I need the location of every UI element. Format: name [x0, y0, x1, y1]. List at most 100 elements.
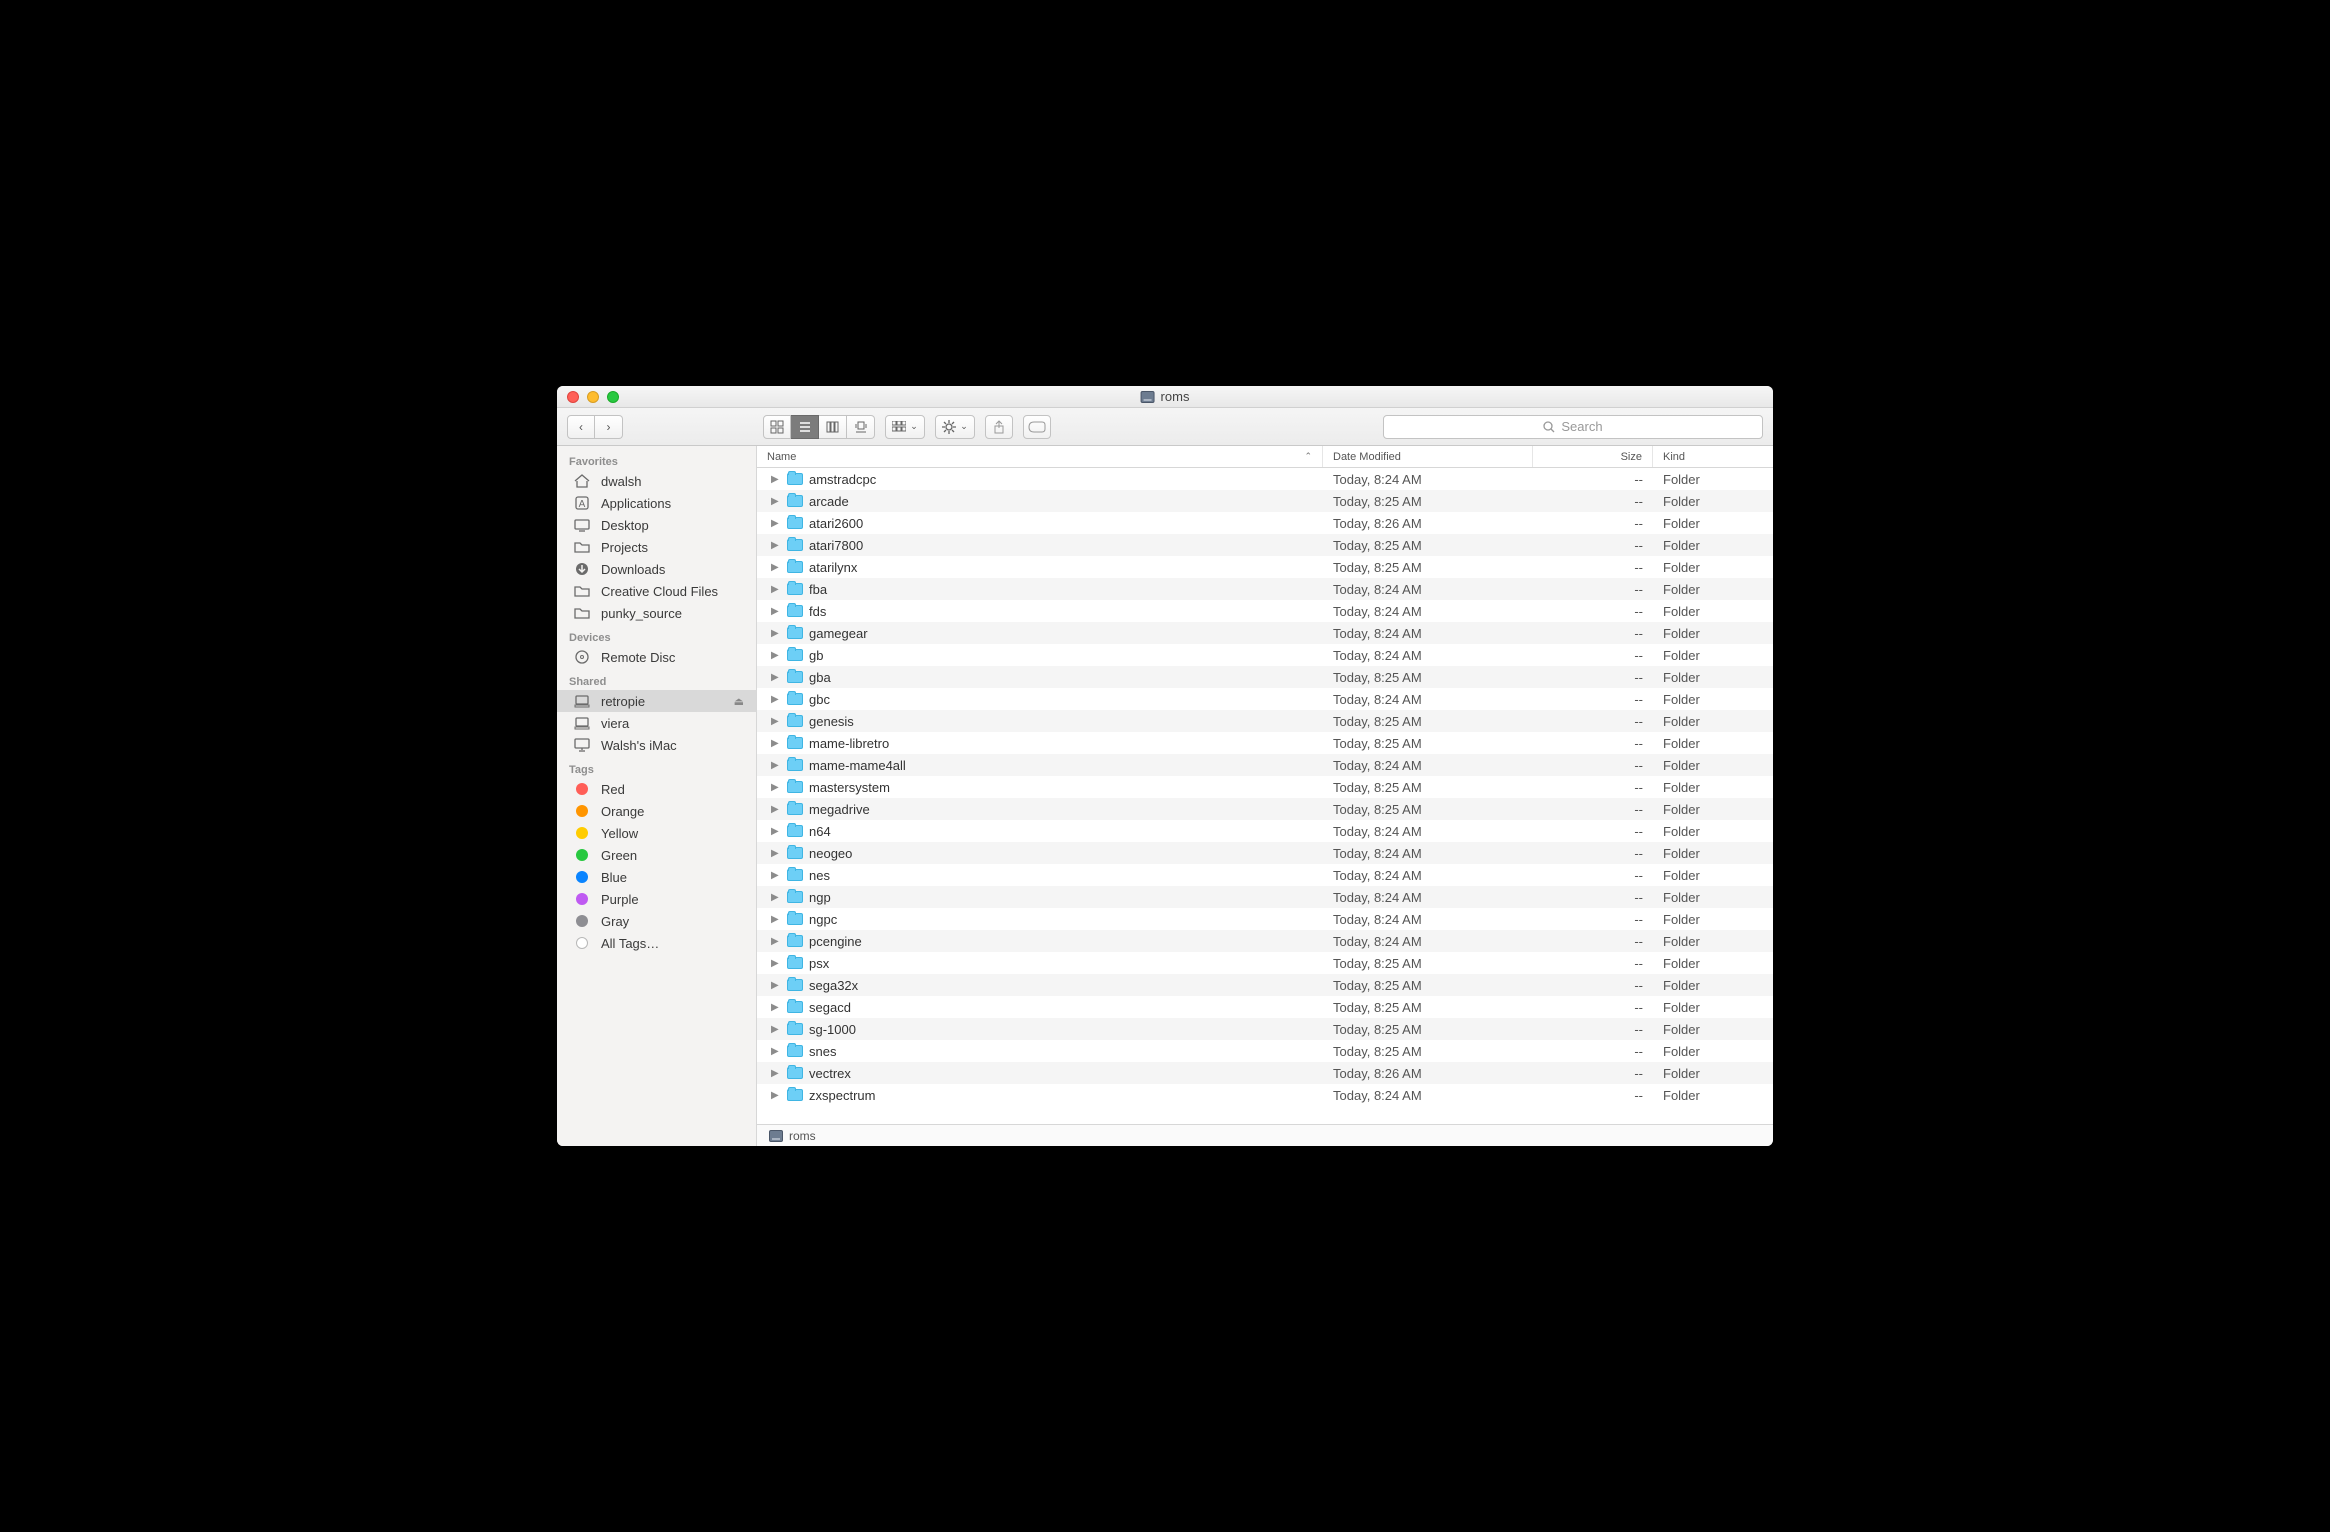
table-row[interactable]: ▶arcadeToday, 8:25 AM--Folder: [757, 490, 1773, 512]
table-row[interactable]: ▶n64Today, 8:24 AM--Folder: [757, 820, 1773, 842]
disclosure-triangle-icon[interactable]: ▶: [771, 606, 781, 617]
table-row[interactable]: ▶snesToday, 8:25 AM--Folder: [757, 1040, 1773, 1062]
list-view-button[interactable]: [791, 415, 819, 439]
sidebar-item-all-tags-[interactable]: All Tags…: [557, 932, 756, 954]
disclosure-triangle-icon[interactable]: ▶: [771, 1046, 781, 1057]
table-row[interactable]: ▶mame-libretroToday, 8:25 AM--Folder: [757, 732, 1773, 754]
sidebar-item-red[interactable]: Red: [557, 778, 756, 800]
sidebar-item-viera[interactable]: viera: [557, 712, 756, 734]
zoom-button[interactable]: [607, 391, 619, 403]
disclosure-triangle-icon[interactable]: ▶: [771, 738, 781, 749]
forward-button[interactable]: ›: [595, 415, 623, 439]
column-date[interactable]: Date Modified: [1323, 446, 1533, 467]
sidebar-item-desktop[interactable]: Desktop: [557, 514, 756, 536]
table-row[interactable]: ▶psxToday, 8:25 AM--Folder: [757, 952, 1773, 974]
disclosure-triangle-icon[interactable]: ▶: [771, 496, 781, 507]
sidebar[interactable]: FavoritesdwalshAApplicationsDesktopProje…: [557, 446, 757, 1146]
table-row[interactable]: ▶pcengineToday, 8:24 AM--Folder: [757, 930, 1773, 952]
arrange-button[interactable]: ⌄: [885, 415, 925, 439]
sidebar-item-green[interactable]: Green: [557, 844, 756, 866]
coverflow-view-button[interactable]: [847, 415, 875, 439]
file-rows[interactable]: ▶amstradcpcToday, 8:24 AM--Folder▶arcade…: [757, 468, 1773, 1124]
sidebar-item-walsh-s-imac[interactable]: Walsh's iMac: [557, 734, 756, 756]
sidebar-item-yellow[interactable]: Yellow: [557, 822, 756, 844]
disclosure-triangle-icon[interactable]: ▶: [771, 1024, 781, 1035]
disclosure-triangle-icon[interactable]: ▶: [771, 914, 781, 925]
table-row[interactable]: ▶gbaToday, 8:25 AM--Folder: [757, 666, 1773, 688]
disclosure-triangle-icon[interactable]: ▶: [771, 694, 781, 705]
sidebar-item-projects[interactable]: Projects: [557, 536, 756, 558]
search-field[interactable]: Search: [1383, 415, 1763, 439]
table-row[interactable]: ▶sega32xToday, 8:25 AM--Folder: [757, 974, 1773, 996]
disclosure-triangle-icon[interactable]: ▶: [771, 848, 781, 859]
table-row[interactable]: ▶mastersystemToday, 8:25 AM--Folder: [757, 776, 1773, 798]
sidebar-item-remote-disc[interactable]: Remote Disc: [557, 646, 756, 668]
disclosure-triangle-icon[interactable]: ▶: [771, 958, 781, 969]
disclosure-triangle-icon[interactable]: ▶: [771, 716, 781, 727]
sidebar-item-punky-source[interactable]: punky_source: [557, 602, 756, 624]
table-row[interactable]: ▶fdsToday, 8:24 AM--Folder: [757, 600, 1773, 622]
column-name[interactable]: Name ⌃: [757, 446, 1323, 467]
disclosure-triangle-icon[interactable]: ▶: [771, 562, 781, 573]
sidebar-item-retropie[interactable]: retropie⏏: [557, 690, 756, 712]
disclosure-triangle-icon[interactable]: ▶: [771, 628, 781, 639]
sidebar-item-purple[interactable]: Purple: [557, 888, 756, 910]
action-button[interactable]: ⌄: [935, 415, 975, 439]
disclosure-triangle-icon[interactable]: ▶: [771, 1002, 781, 1013]
sidebar-item-creative-cloud-files[interactable]: Creative Cloud Files: [557, 580, 756, 602]
minimize-button[interactable]: [587, 391, 599, 403]
table-row[interactable]: ▶amstradcpcToday, 8:24 AM--Folder: [757, 468, 1773, 490]
table-row[interactable]: ▶sg-1000Today, 8:25 AM--Folder: [757, 1018, 1773, 1040]
titlebar[interactable]: roms: [557, 386, 1773, 408]
disclosure-triangle-icon[interactable]: ▶: [771, 980, 781, 991]
sidebar-item-applications[interactable]: AApplications: [557, 492, 756, 514]
sidebar-item-blue[interactable]: Blue: [557, 866, 756, 888]
column-size[interactable]: Size: [1533, 446, 1653, 467]
table-row[interactable]: ▶vectrexToday, 8:26 AM--Folder: [757, 1062, 1773, 1084]
table-row[interactable]: ▶ngpToday, 8:24 AM--Folder: [757, 886, 1773, 908]
disclosure-triangle-icon[interactable]: ▶: [771, 672, 781, 683]
disclosure-triangle-icon[interactable]: ▶: [771, 518, 781, 529]
table-row[interactable]: ▶atarilynxToday, 8:25 AM--Folder: [757, 556, 1773, 578]
icon-view-button[interactable]: [763, 415, 791, 439]
edit-tags-button[interactable]: [1023, 415, 1051, 439]
disclosure-triangle-icon[interactable]: ▶: [771, 782, 781, 793]
disclosure-triangle-icon[interactable]: ▶: [771, 540, 781, 551]
disclosure-triangle-icon[interactable]: ▶: [771, 760, 781, 771]
close-button[interactable]: [567, 391, 579, 403]
table-row[interactable]: ▶segacdToday, 8:25 AM--Folder: [757, 996, 1773, 1018]
table-row[interactable]: ▶fbaToday, 8:24 AM--Folder: [757, 578, 1773, 600]
sidebar-item-orange[interactable]: Orange: [557, 800, 756, 822]
table-row[interactable]: ▶atari7800Today, 8:25 AM--Folder: [757, 534, 1773, 556]
disclosure-triangle-icon[interactable]: ▶: [771, 870, 781, 881]
table-row[interactable]: ▶neogeoToday, 8:24 AM--Folder: [757, 842, 1773, 864]
path-bar[interactable]: roms: [757, 1124, 1773, 1146]
table-row[interactable]: ▶atari2600Today, 8:26 AM--Folder: [757, 512, 1773, 534]
disclosure-triangle-icon[interactable]: ▶: [771, 892, 781, 903]
disclosure-triangle-icon[interactable]: ▶: [771, 650, 781, 661]
table-row[interactable]: ▶nesToday, 8:24 AM--Folder: [757, 864, 1773, 886]
table-row[interactable]: ▶megadriveToday, 8:25 AM--Folder: [757, 798, 1773, 820]
disclosure-triangle-icon[interactable]: ▶: [771, 474, 781, 485]
disclosure-triangle-icon[interactable]: ▶: [771, 804, 781, 815]
table-row[interactable]: ▶zxspectrumToday, 8:24 AM--Folder: [757, 1084, 1773, 1106]
disclosure-triangle-icon[interactable]: ▶: [771, 1068, 781, 1079]
table-row[interactable]: ▶gamegearToday, 8:24 AM--Folder: [757, 622, 1773, 644]
table-row[interactable]: ▶ngpcToday, 8:24 AM--Folder: [757, 908, 1773, 930]
column-view-button[interactable]: [819, 415, 847, 439]
table-row[interactable]: ▶mame-mame4allToday, 8:24 AM--Folder: [757, 754, 1773, 776]
table-row[interactable]: ▶genesisToday, 8:25 AM--Folder: [757, 710, 1773, 732]
disclosure-triangle-icon[interactable]: ▶: [771, 584, 781, 595]
share-button[interactable]: [985, 415, 1013, 439]
table-row[interactable]: ▶gbToday, 8:24 AM--Folder: [757, 644, 1773, 666]
disclosure-triangle-icon[interactable]: ▶: [771, 936, 781, 947]
disclosure-triangle-icon[interactable]: ▶: [771, 826, 781, 837]
disclosure-triangle-icon[interactable]: ▶: [771, 1090, 781, 1101]
back-button[interactable]: ‹: [567, 415, 595, 439]
sidebar-item-gray[interactable]: Gray: [557, 910, 756, 932]
sidebar-item-dwalsh[interactable]: dwalsh: [557, 470, 756, 492]
column-kind[interactable]: Kind: [1653, 446, 1773, 467]
sidebar-item-downloads[interactable]: Downloads: [557, 558, 756, 580]
eject-icon[interactable]: ⏏: [734, 695, 744, 708]
table-row[interactable]: ▶gbcToday, 8:24 AM--Folder: [757, 688, 1773, 710]
